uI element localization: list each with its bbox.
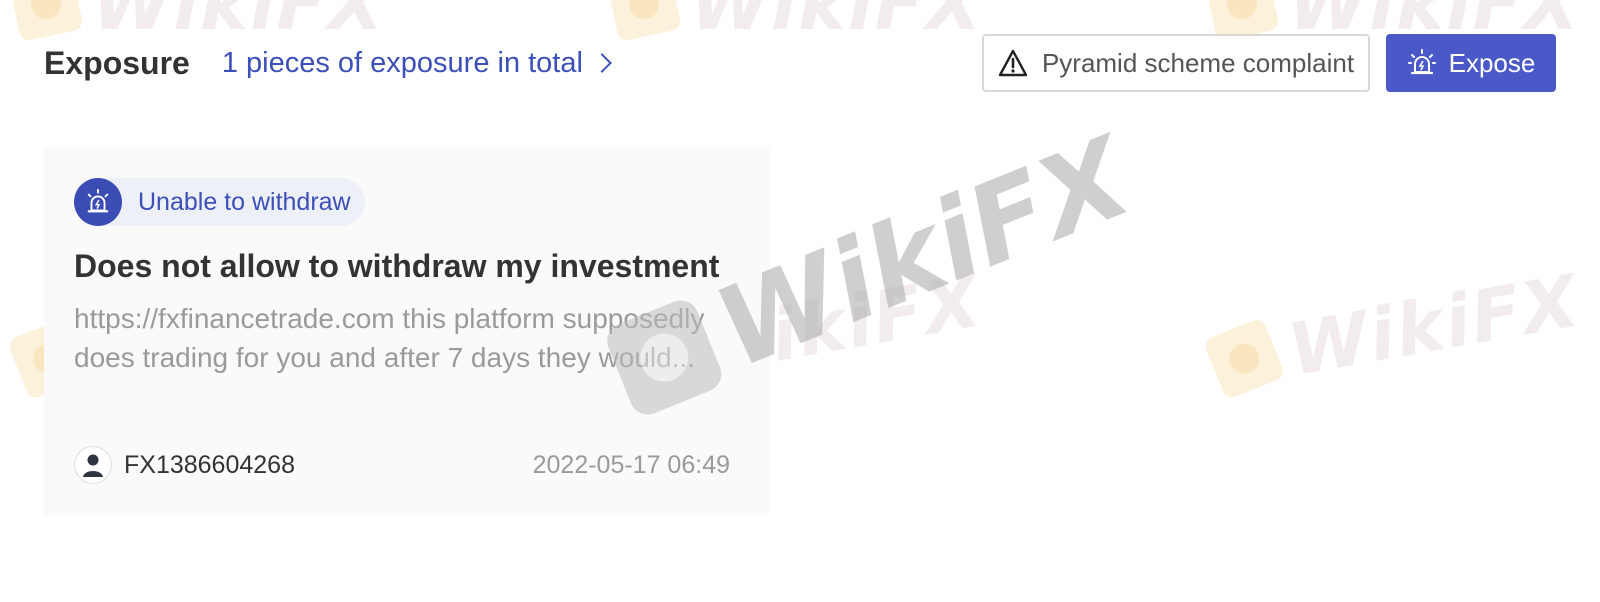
header-actions: Pyramid scheme complaint Expose [982,34,1556,92]
alarm-light-icon [74,178,122,226]
total-exposure-label: 1 pieces of exposure in total [221,46,583,79]
pyramid-complaint-label: Pyramid scheme complaint [1041,47,1355,78]
alarm-light-icon [1407,49,1436,75]
user-avatar-icon [83,454,103,477]
exposure-title: Does not allow to withdraw my investment [74,248,720,284]
warning-triangle-icon [998,49,1028,77]
pyramid-complaint-button[interactable]: Pyramid scheme complaint [982,34,1370,92]
watermark-mid-right: WikiFX [1202,258,1586,405]
username: FX1386604268 [124,450,295,479]
card-footer: FX1386604268 2022-05-17 06:49 [74,445,730,485]
page-title: Exposure [44,44,190,81]
exposure-excerpt: https://fxfinancetrade.com this platform… [74,303,705,373]
chevron-right-icon [592,53,612,73]
post-date: 2022-05-17 06:49 [532,450,730,479]
watermark-text: WikiFX [1282,258,1586,393]
category-tag-label: Unable to withdraw [138,187,351,216]
expose-label: Expose [1448,47,1536,78]
exposure-card[interactable]: Unable to withdraw Does not allow to wit… [44,147,770,515]
total-exposure-link[interactable]: 1 pieces of exposure in total [221,46,612,80]
category-tag: Unable to withdraw [74,178,365,226]
expose-button[interactable]: Expose [1386,34,1556,92]
avatar [74,446,112,484]
exposure-header: Exposure 1 pieces of exposure in total P… [44,33,1556,93]
watermark-logo-icon [1202,317,1286,401]
